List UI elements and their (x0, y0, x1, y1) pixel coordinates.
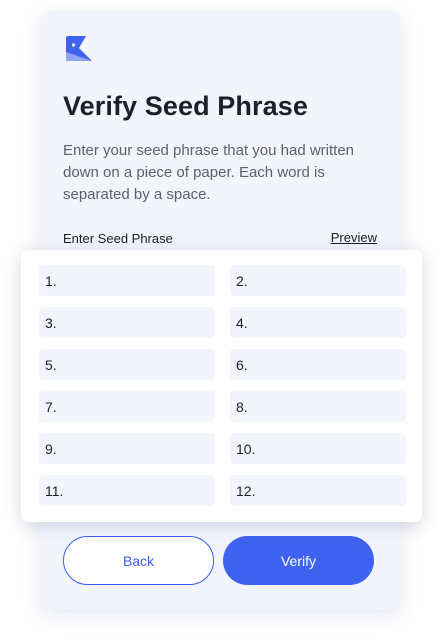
seed-word-input-9[interactable]: 9. (39, 433, 215, 464)
page: Verify Seed Phrase Enter your seed phras… (0, 0, 442, 640)
back-button[interactable]: Back (63, 536, 214, 585)
wallet-logo-icon (66, 36, 92, 61)
seed-word-input-4[interactable]: 4. (230, 307, 406, 338)
seed-word-input-2[interactable]: 2. (230, 265, 406, 296)
seed-phrase-label: Enter Seed Phrase (63, 231, 173, 246)
preview-link[interactable]: Preview (331, 230, 377, 245)
seed-phrase-panel: 1. 2. 3. 4. 5. 6. 7. 8. 9. 10. 11. 12. (21, 250, 422, 522)
seed-word-input-10[interactable]: 10. (230, 433, 406, 464)
seed-word-input-11[interactable]: 11. (39, 475, 215, 506)
seed-word-input-6[interactable]: 6. (230, 349, 406, 380)
page-description: Enter your seed phrase that you had writ… (63, 142, 355, 203)
seed-word-input-5[interactable]: 5. (39, 349, 215, 380)
page-title: Verify Seed Phrase (63, 91, 308, 121)
seed-word-input-1[interactable]: 1. (39, 265, 215, 296)
seed-word-input-12[interactable]: 12. (230, 475, 406, 506)
seed-word-grid: 1. 2. 3. 4. 5. 6. 7. 8. 9. 10. 11. 12. (39, 265, 406, 506)
verify-button[interactable]: Verify (223, 536, 374, 585)
seed-word-input-7[interactable]: 7. (39, 391, 215, 422)
seed-word-input-3[interactable]: 3. (39, 307, 215, 338)
seed-word-input-8[interactable]: 8. (230, 391, 406, 422)
